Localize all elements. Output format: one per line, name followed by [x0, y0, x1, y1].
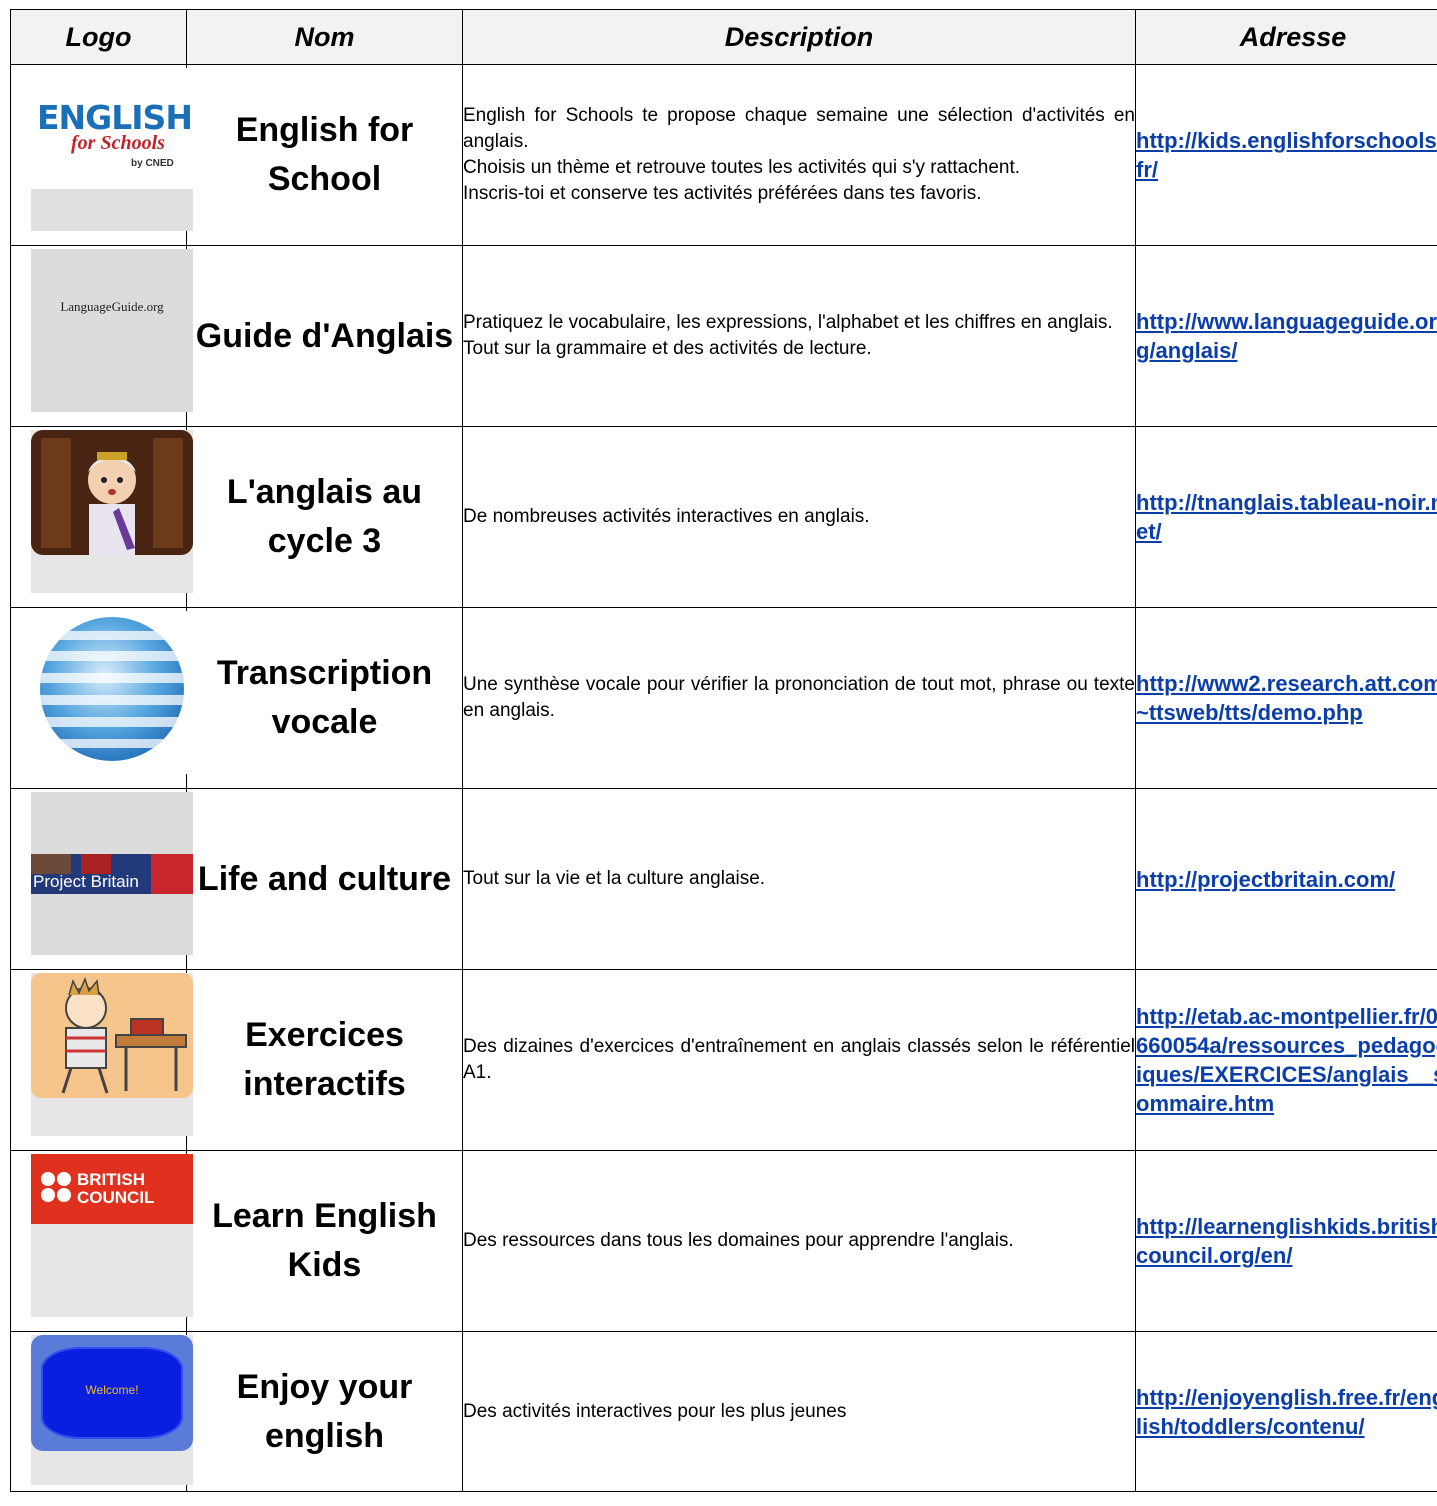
logo-cell: LanguageGuide.org [10, 245, 193, 427]
site-link[interactable]: http://kids.englishforschools.fr/ [1136, 126, 1437, 184]
description-line: Inscris-toi et conserve tes activités pr… [463, 183, 982, 204]
british-council-logo[interactable]: BRITISH COUNCIL [31, 1154, 193, 1317]
logo-text-languageguide: LanguageGuide.org [60, 299, 164, 314]
table-row: BRITISH COUNCIL Learn English Kids Des r… [10, 1150, 1437, 1332]
site-name: Guide d'Anglais [186, 245, 463, 427]
description-line: Une synthèse vocale pour vérifier la pro… [463, 674, 1135, 721]
site-name: Life and culture [186, 788, 463, 970]
queen-cartoon-logo[interactable] [31, 430, 193, 593]
description-line: English for Schools te propose chaque se… [463, 105, 1135, 152]
queen-illustration [31, 430, 193, 555]
logo-cell [10, 607, 193, 789]
logo-text-project-britain: Project Britain [33, 872, 139, 891]
description-line: Des activités interactives pour les plus… [463, 1400, 847, 1422]
logo-cell [10, 426, 193, 608]
url-cell: http://www.languageguide.org/anglais/ [1135, 245, 1437, 427]
site-description: Des dizaines d'exercices d'entraînement … [462, 969, 1136, 1151]
site-name: Learn English Kids [186, 1150, 463, 1332]
table-row: ENGLISH for Schools by CNED English for … [10, 64, 1437, 246]
site-link[interactable]: http://www.languageguide.org/anglais/ [1136, 307, 1437, 365]
resources-table: Logo Nom Description Adresse ENGLISH for… [10, 9, 1437, 1492]
project-britain-logo[interactable]: Project Britain [31, 792, 193, 955]
logo-text-cned: by CNED [131, 158, 174, 169]
site-description: Des ressources dans tous les domaines po… [462, 1150, 1136, 1332]
description-line: Choisis un thème et retrouve toutes les … [463, 157, 1021, 178]
site-description: Tout sur la vie et la culture anglaise. [462, 788, 1136, 970]
languageguide-logo[interactable]: LanguageGuide.org [31, 249, 193, 412]
url-cell: http://learnenglishkids.britishcouncil.o… [1135, 1150, 1437, 1332]
logo-text-council: COUNCIL [77, 1188, 155, 1207]
table-row: Project Britain Life and culture Tout su… [10, 788, 1437, 970]
site-description: Des activités interactives pour les plus… [462, 1331, 1136, 1492]
site-description: Une synthèse vocale pour vérifier la pro… [462, 607, 1136, 789]
schoolboy-illustration [31, 973, 193, 1098]
logo-cell [10, 969, 193, 1151]
logo-text-for-schools: for Schools [71, 132, 165, 154]
url-cell: http://tnanglais.tableau-noir.net/ [1135, 426, 1437, 608]
site-name: English for School [186, 64, 463, 246]
table-row: Welcome! Enjoy your english Des activité… [10, 1331, 1437, 1492]
url-cell: http://etab.ac-montpellier.fr/0660054a/r… [1135, 969, 1437, 1151]
header-logo: Logo [10, 9, 187, 65]
site-name: L'anglais au cycle 3 [186, 426, 463, 608]
site-link[interactable]: http://www2.research.att.com/~ttsweb/tts… [1136, 669, 1437, 727]
table-row: LanguageGuide.org Guide d'Anglais Pratiq… [10, 245, 1437, 427]
header-nom: Nom [186, 9, 463, 65]
description-line: De nombreuses activités interactives en … [463, 506, 870, 527]
description-line: Des dizaines d'exercices d'entraînement … [463, 1036, 1135, 1083]
site-link[interactable]: http://learnenglishkids.britishcouncil.o… [1136, 1212, 1437, 1270]
table-row: Transcription vocale Une synthèse vocale… [10, 607, 1437, 789]
site-link[interactable]: http://etab.ac-montpellier.fr/0660054a/r… [1136, 1002, 1437, 1118]
globe-icon [40, 617, 184, 761]
logo-cell: Project Britain [10, 788, 193, 970]
site-name: Enjoy your english [186, 1331, 463, 1492]
site-description: English for Schools te propose chaque se… [462, 64, 1136, 246]
logo-cell: Welcome! [10, 1331, 193, 1492]
site-link[interactable]: http://projectbritain.com/ [1136, 865, 1437, 894]
header-description: Description [462, 9, 1136, 65]
site-description: Pratiquez le vocabulaire, les expression… [462, 245, 1136, 427]
description-line: Pratiquez le vocabulaire, les expression… [463, 312, 1113, 333]
description-line: Tout sur la vie et la culture anglaise. [463, 868, 766, 889]
logo-text-welcome: Welcome! [85, 1383, 139, 1397]
site-name: Exercices interactifs [186, 969, 463, 1151]
description-line: Des ressources dans tous les domaines po… [463, 1230, 1014, 1251]
table-row: L'anglais au cycle 3 De nombreuses activ… [10, 426, 1437, 608]
logo-cell: ENGLISH for Schools by CNED [10, 64, 193, 246]
site-name: Transcription vocale [186, 607, 463, 789]
site-link[interactable]: http://tnanglais.tableau-noir.net/ [1136, 488, 1437, 546]
table-row: Exercices interactifs Des dizaines d'exe… [10, 969, 1437, 1151]
logo-text-british: BRITISH [77, 1170, 145, 1189]
header-adresse: Adresse [1135, 9, 1437, 65]
url-cell: http://projectbritain.com/ [1135, 788, 1437, 970]
welcome-button-logo[interactable]: Welcome! [31, 1335, 193, 1485]
url-cell: http://kids.englishforschools.fr/ [1135, 64, 1437, 246]
att-globe-logo[interactable] [31, 611, 193, 774]
english-for-schools-logo[interactable]: ENGLISH for Schools by CNED [31, 68, 193, 231]
header-row: Logo Nom Description Adresse [10, 9, 1437, 65]
url-cell: http://www2.research.att.com/~ttsweb/tts… [1135, 607, 1437, 789]
description-line: Tout sur la grammaire et des activités d… [463, 338, 872, 359]
url-cell: http://enjoyenglish.free.fr/english/todd… [1135, 1331, 1437, 1492]
logo-cell: BRITISH COUNCIL [10, 1150, 193, 1332]
schoolboy-cartoon-logo[interactable] [31, 973, 193, 1136]
site-link[interactable]: http://enjoyenglish.free.fr/english/todd… [1136, 1383, 1437, 1441]
site-description: De nombreuses activités interactives en … [462, 426, 1136, 608]
